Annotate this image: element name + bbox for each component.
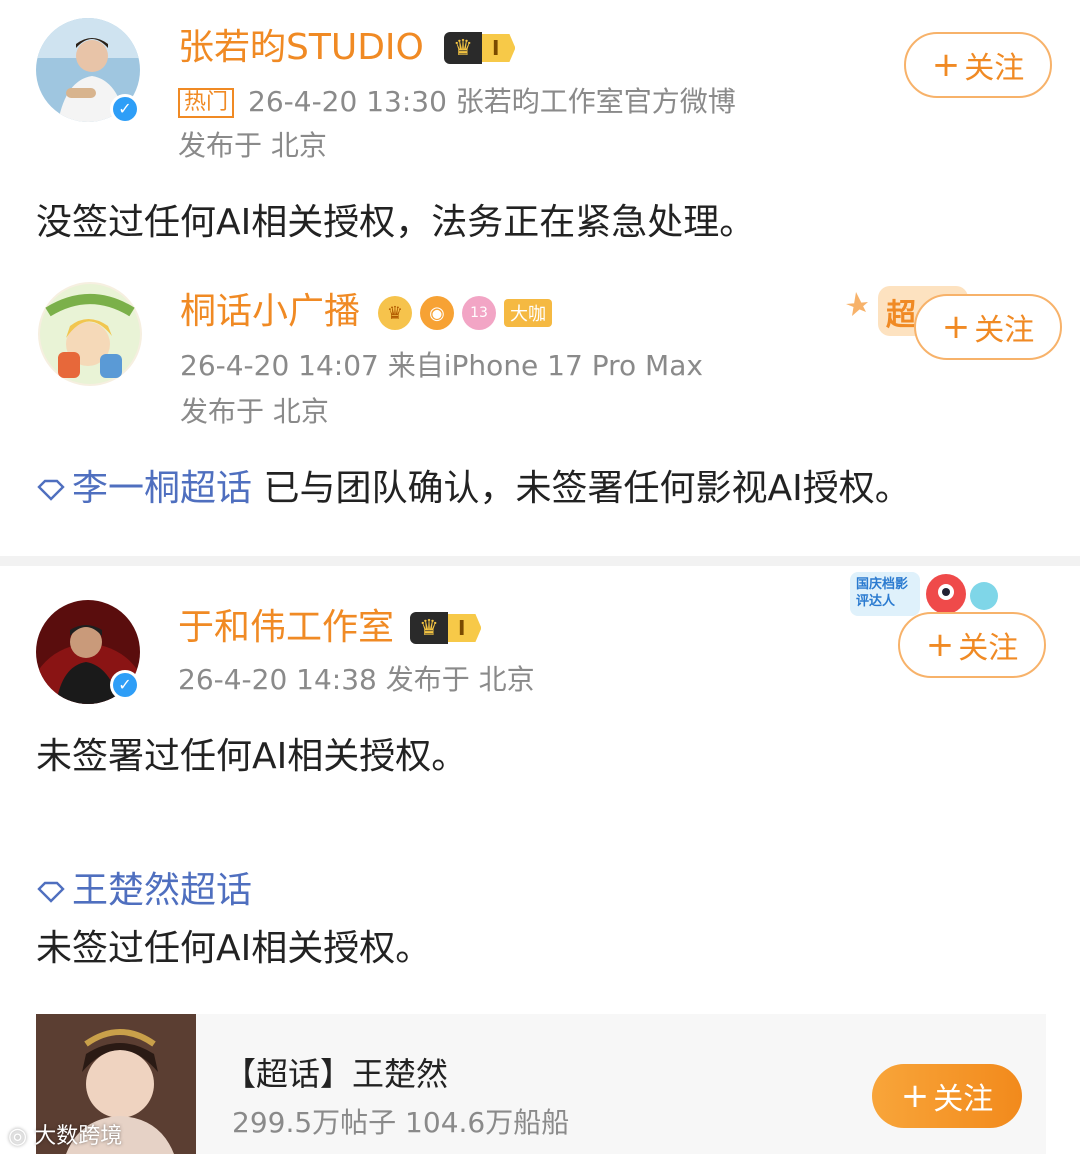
post-text: 李一桐超话 已与团队确认，未签署任何影视AI授权。 [36, 464, 911, 514]
verified-icon: ✓ [110, 94, 140, 124]
post-location: 发布于 北京 [178, 129, 327, 162]
post-meta: 热门 26-4-20 13:30 张若昀工作室官方微博 [178, 84, 736, 120]
super-topic-link[interactable]: 李一桐超话 [36, 468, 252, 509]
post-time-source: 26-4-20 13:30 张若昀工作室官方微博 [248, 85, 736, 118]
user-name[interactable]: 于和伟工作室 [178, 606, 394, 650]
crown-gift-icon[interactable]: ♛ [378, 296, 412, 330]
diamond-level-icon[interactable]: 13 [462, 296, 496, 330]
plus-icon: + [931, 45, 961, 85]
badge-row: ♛ ◉ 13 大咖 [378, 296, 552, 330]
card-follow-button[interactable]: + 关注 [872, 1064, 1022, 1128]
post-text: 未签署过任何AI相关授权。 [36, 736, 468, 777]
hot-tag: 热门 [178, 88, 235, 118]
user-name[interactable]: 桐话小广播 [180, 290, 360, 334]
post-location: 发布于 北京 [180, 395, 329, 428]
super-topic-card[interactable]: 【超话】王楚然 299.5万帖子 104.6万船船 + 关注 [36, 1014, 1046, 1154]
weibo-logo-icon: ◎ [8, 1124, 35, 1149]
post-divider [0, 556, 1080, 566]
post-zhangruoyun: ✓ 张若昀STUDIO ♛ I 热门 26-4-20 13:30 张若昀工作室官方… [0, 0, 1080, 260]
post-text: 没签过任何AI相关授权，法务正在紧急处理。 [36, 202, 756, 243]
badge-row: ♛ I [410, 612, 482, 644]
post-tonghua: 桐话小广播 ♛ ◉ 13 大咖 超 26-4-20 14:07 来自iPhone… [0, 270, 1080, 556]
badge-row: ♛ I [444, 32, 516, 64]
card-stats: 299.5万帖子 104.6万船船 [232, 1106, 570, 1139]
fish-icon[interactable]: ◉ [420, 296, 454, 330]
dakai-tag[interactable]: 大咖 [504, 299, 552, 327]
post-time-source: 26-4-20 14:07 来自iPhone 17 Pro Max [180, 349, 703, 382]
diamond-icon [37, 881, 65, 903]
avatar[interactable] [38, 282, 142, 386]
watermark: ◎ 大数跨境 [8, 1124, 123, 1149]
follow-button[interactable]: + 关注 [904, 32, 1052, 98]
post-yuhewei: ✓ 于和伟工作室 ♛ I 国庆档影评达人 26-4-20 14:38 发布于 北… [0, 566, 1080, 1014]
member-crown-icon[interactable]: ♛ I [444, 32, 516, 64]
verified-icon: ✓ [110, 670, 140, 700]
post-text-2: 未签过任何AI相关授权。 [36, 928, 432, 969]
plus-icon: + [925, 625, 955, 665]
user-name[interactable]: 张若昀STUDIO [178, 26, 424, 70]
plus-icon: + [900, 1076, 930, 1116]
follow-button[interactable]: + 关注 [898, 612, 1046, 678]
post-time-location: 26-4-20 14:38 发布于 北京 [178, 663, 535, 696]
plus-icon: + [941, 307, 971, 347]
follow-button[interactable]: + 关注 [914, 294, 1062, 360]
super-topic-link[interactable]: 王楚然超话 [36, 866, 252, 916]
card-title: 【超话】王楚然 [224, 1055, 449, 1093]
diamond-icon [37, 479, 65, 501]
member-crown-icon[interactable]: ♛ I [410, 612, 482, 644]
